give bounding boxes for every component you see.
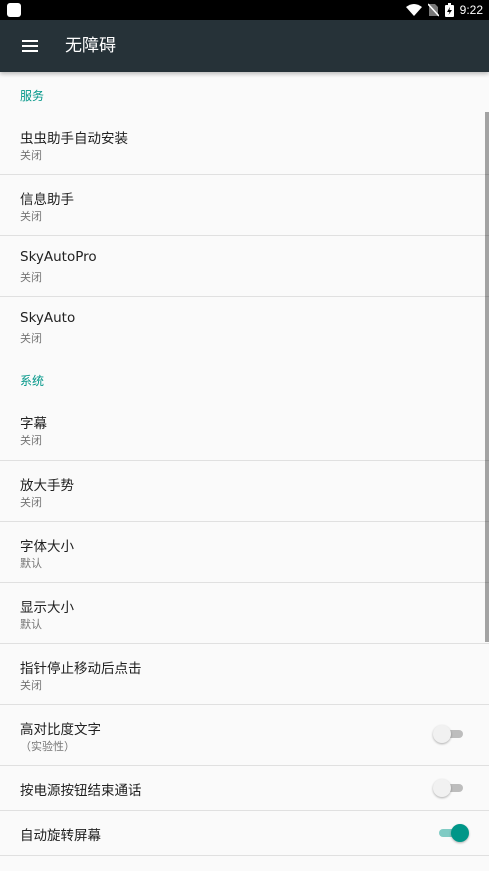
settings-list[interactable]: 服务 虫虫助手自动安装 关闭 信息助手 关闭 SkyAutoPro 关闭 Sky… [0, 72, 489, 871]
high-contrast-text-switch[interactable] [433, 725, 465, 743]
item-title: 按电源按钮结束通话 [20, 783, 142, 799]
item-title: 信息助手 [20, 192, 74, 208]
list-item[interactable]: 虫虫助手自动安装 关闭 [0, 114, 489, 175]
page-title: 无障碍 [65, 36, 116, 56]
list-item[interactable]: SkyAuto 关闭 [0, 297, 489, 358]
item-title: 自动旋转屏幕 [20, 828, 101, 844]
battery-icon [444, 3, 454, 17]
item-title: 字体大小 [20, 539, 74, 555]
status-bar: 9:22 [0, 0, 489, 20]
item-title: 高对比度文字 [20, 722, 101, 738]
wifi-icon [405, 3, 422, 16]
menu-button[interactable] [18, 34, 42, 58]
no-sim-icon [427, 3, 439, 17]
item-summary: 关闭 [20, 271, 42, 284]
item-summary: 默认 [20, 618, 42, 631]
section-header-services: 服务 [20, 89, 45, 103]
item-summary: 关闭 [20, 149, 42, 162]
section-header-system: 系统 [20, 374, 45, 388]
divider [0, 855, 489, 856]
list-item[interactable]: 字幕 关闭 [0, 399, 489, 460]
item-summary: 关闭 [20, 210, 42, 223]
item-summary: 关闭 [20, 679, 42, 692]
item-title: 放大手势 [20, 478, 74, 494]
item-title: SkyAutoPro [20, 249, 97, 265]
item-summary: （实验性） [20, 740, 75, 753]
item-title: 虫虫助手自动安装 [20, 131, 128, 147]
list-item[interactable]: 高对比度文字 （实验性） [0, 705, 489, 766]
item-title: SkyAuto [20, 310, 76, 326]
menu-icon [22, 40, 38, 52]
list-item[interactable]: 放大手势 关闭 [0, 461, 489, 522]
item-summary: 关闭 [20, 434, 42, 447]
auto-rotate-screen-switch[interactable] [437, 824, 469, 842]
power-button-ends-call-switch[interactable] [433, 779, 465, 797]
app-icon [7, 3, 21, 17]
list-item[interactable]: 指针停止移动后点击 关闭 [0, 644, 489, 705]
app-bar: 无障碍 [0, 20, 489, 72]
list-item[interactable]: SkyAutoPro 关闭 [0, 236, 489, 297]
list-item[interactable]: 字体大小 默认 [0, 522, 489, 583]
item-summary: 关闭 [20, 332, 42, 345]
status-time: 9:22 [459, 3, 483, 17]
item-summary: 关闭 [20, 496, 42, 509]
item-title: 显示大小 [20, 600, 74, 616]
list-item[interactable]: 信息助手 关闭 [0, 175, 489, 236]
list-item[interactable]: 显示大小 默认 [0, 583, 489, 644]
list-item[interactable]: 自动旋转屏幕 [0, 811, 489, 855]
status-icons: 9:22 [405, 0, 483, 20]
item-summary: 默认 [20, 557, 42, 570]
scrollbar[interactable] [485, 112, 489, 642]
list-item[interactable]: 按电源按钮结束通话 [0, 766, 489, 810]
item-title: 字幕 [20, 416, 47, 432]
item-title: 指针停止移动后点击 [20, 661, 142, 677]
